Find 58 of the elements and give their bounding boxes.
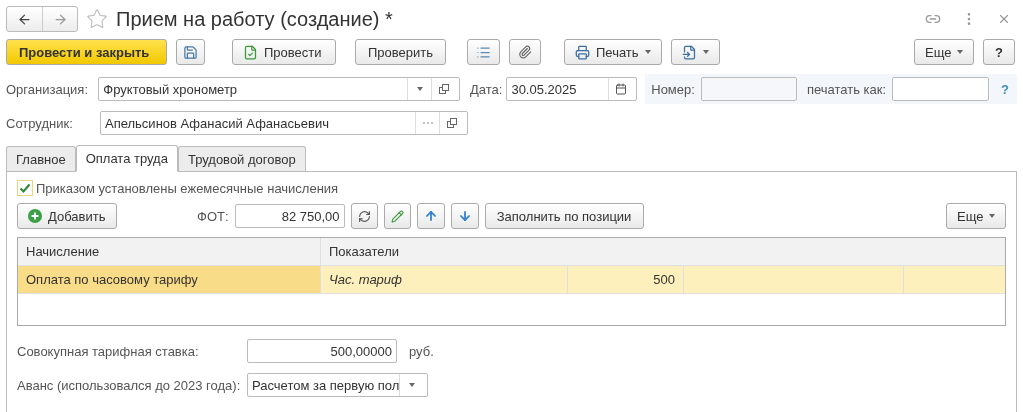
number-field[interactable] xyxy=(700,77,797,101)
attach-button[interactable] xyxy=(509,39,541,65)
open-icon[interactable] xyxy=(446,118,457,128)
post-button[interactable]: Провести xyxy=(232,39,336,65)
move-down-button[interactable] xyxy=(450,203,479,229)
employee-field[interactable]: Апельсинов Афанасий Афанасьевич xyxy=(100,111,468,135)
move-up-button[interactable] xyxy=(416,203,445,229)
refresh-icon xyxy=(357,209,371,223)
add-button[interactable]: Добавить xyxy=(17,203,117,229)
field-label: ФОТ: xyxy=(197,208,229,224)
open-icon[interactable] xyxy=(438,84,449,94)
date-field[interactable]: 30.05.2025 xyxy=(506,77,638,101)
column-header: Начисление xyxy=(18,238,321,265)
document-arrow-icon xyxy=(681,44,697,60)
document-check-icon xyxy=(243,44,258,60)
field-label: печатать как: xyxy=(806,81,887,97)
tab[interactable]: Трудовой договор xyxy=(177,146,306,171)
organization-field[interactable]: Фруктовый хронометр xyxy=(98,77,461,101)
help-button[interactable]: ? xyxy=(983,39,1015,65)
list-button[interactable] xyxy=(467,39,500,65)
advance-dropdown[interactable]: Расчетом за первую пол xyxy=(247,373,428,397)
fill-by-position-button[interactable]: Заполнить по позиции xyxy=(484,203,644,229)
calendar-icon xyxy=(614,83,627,95)
window-title: Прием на работу (создание) * xyxy=(116,7,394,31)
field-label: Аванс (использовался до 2023 года): xyxy=(17,377,242,393)
export-button[interactable] xyxy=(670,39,720,65)
save-button[interactable] xyxy=(176,39,205,65)
post-and-close-button[interactable]: Провести и закрыть xyxy=(6,39,167,65)
more-button[interactable]: Еще xyxy=(946,203,1006,229)
tab[interactable]: Оплата труда xyxy=(75,145,178,172)
star-icon[interactable] xyxy=(86,8,108,30)
pencil-icon xyxy=(390,209,404,223)
total-rate-field[interactable]: 500,00000 xyxy=(247,339,397,363)
list-icon xyxy=(476,44,491,60)
paperclip-icon xyxy=(518,45,532,59)
print-as-field[interactable] xyxy=(892,77,990,101)
printer-icon xyxy=(575,44,590,60)
table-cell[interactable]: Час. тариф xyxy=(321,266,568,293)
column-header: Показатели xyxy=(328,243,400,261)
field-label: Дата: xyxy=(470,81,504,97)
field-label: Сотрудник: xyxy=(6,115,74,131)
plus-circle-icon xyxy=(28,209,42,223)
edit-button[interactable] xyxy=(383,203,411,229)
field-label: Совокупная тарифная ставка: xyxy=(17,343,200,359)
arrow-left-icon xyxy=(17,11,32,27)
print-button[interactable]: Печать xyxy=(564,39,662,65)
field-label: Номер: xyxy=(651,81,695,97)
more-button[interactable]: Еще xyxy=(914,39,974,65)
table-cell[interactable]: 500 xyxy=(568,266,684,293)
checkbox[interactable] xyxy=(17,180,33,196)
tab[interactable]: Главное xyxy=(6,146,76,171)
refresh-button[interactable] xyxy=(350,203,378,229)
fot-field[interactable]: 82 750,00 xyxy=(234,204,345,228)
check-button[interactable]: Проверить xyxy=(355,39,446,65)
field-label: Организация: xyxy=(6,81,90,97)
table-cell[interactable]: Оплата по часовому тарифу xyxy=(18,266,321,293)
unit-label: руб. xyxy=(409,343,434,359)
checkbox-label: Приказом установлены ежемесячные начисления xyxy=(36,180,339,196)
